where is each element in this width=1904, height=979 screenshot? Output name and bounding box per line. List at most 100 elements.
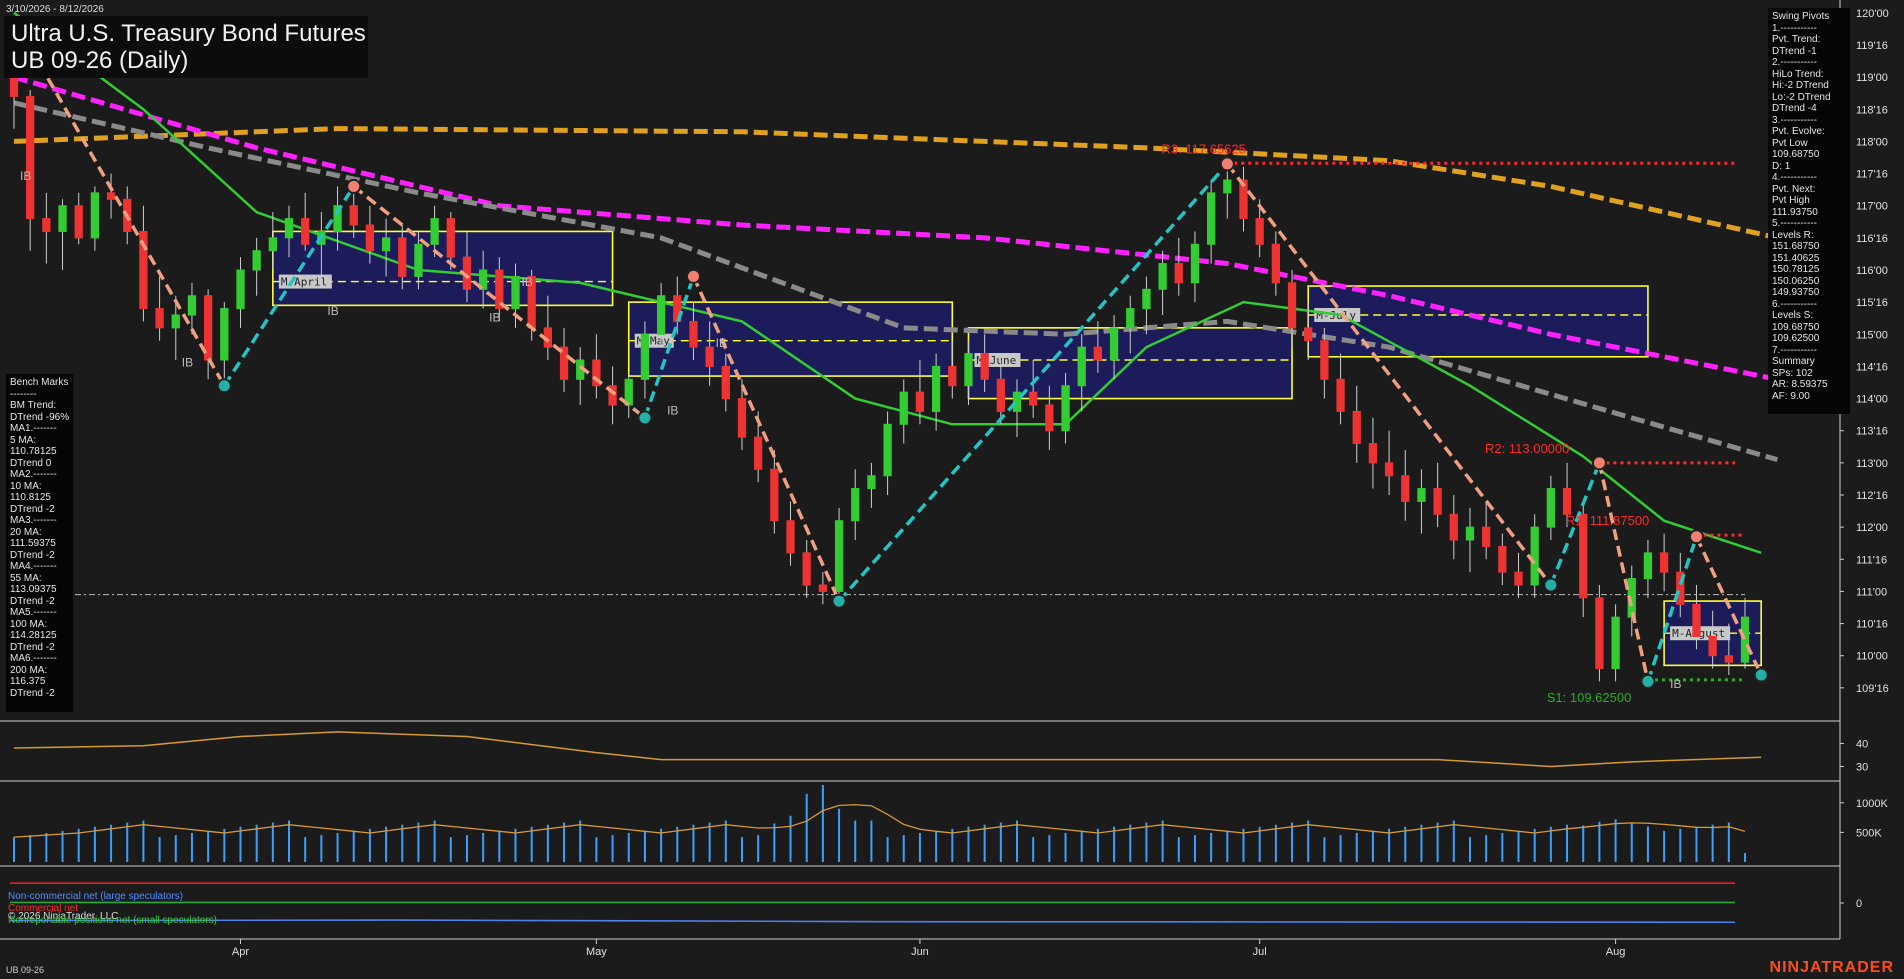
swing-pivot-marker: [685, 268, 701, 284]
candle-body: [1546, 488, 1556, 528]
candle-body: [106, 192, 116, 200]
candle-body: [398, 237, 407, 277]
bench-line: 111.59375: [10, 538, 56, 549]
candle-body: [867, 475, 876, 490]
bench-line: DTrend 0: [10, 457, 52, 469]
candle-body: [349, 205, 358, 226]
swing-pivot-marker: [1543, 577, 1559, 593]
candle-body: [414, 243, 423, 277]
candle-body: [220, 308, 229, 361]
pivots-line: AR: 8.59375: [1772, 379, 1828, 390]
bench-line: Bench Marks: [10, 377, 69, 388]
price-tick-label: 116'00: [1856, 265, 1888, 277]
pivots-line: Pvt. Trend:: [1772, 34, 1821, 45]
pivots-line: Lo:-2 DTrend: [1772, 91, 1831, 103]
swing-pivot-marker: [1688, 529, 1704, 545]
month-box-label: M-April: [281, 276, 327, 289]
candle-body: [1142, 288, 1151, 310]
price-tick-label: 116'16: [1856, 233, 1888, 245]
bench-line: DTrend -96%: [10, 411, 70, 423]
candle-body: [656, 295, 666, 335]
pivots-line: Hi:-2 DTrend: [1772, 80, 1829, 91]
chart-subtitle: UB 09-26 (Daily): [11, 47, 189, 74]
candle-body: [301, 218, 310, 245]
pivots-line: 6.-----------: [1772, 298, 1817, 310]
price-tick-label: 111'00: [1856, 586, 1887, 598]
candle-body: [1158, 263, 1167, 290]
ib-label: IB: [182, 355, 193, 369]
candle-body: [1449, 513, 1458, 541]
swing-pivot-marker: [216, 378, 232, 394]
candle-body: [754, 436, 763, 470]
candle-body: [1287, 282, 1297, 329]
price-tick-label: 110'16: [1856, 619, 1888, 631]
pivots-line: DTrend -4: [1772, 103, 1817, 114]
pivots-line: Summary: [1772, 356, 1815, 367]
candle-body: [1433, 488, 1442, 515]
candle-body: [1514, 571, 1523, 586]
price-tick-label: 118'00: [1856, 136, 1888, 148]
cot-tick-label: 0: [1856, 898, 1862, 910]
candle-body: [187, 295, 197, 316]
month-label: May: [586, 946, 607, 958]
candle-body: [268, 237, 277, 252]
bench-line: BM Trend:: [10, 400, 57, 411]
candle-body: [1595, 597, 1604, 670]
title-box: Ultra U.S. Treasury Bond Futures UB 09-2…: [4, 16, 368, 78]
price-tick-label: 119'16: [1856, 40, 1888, 52]
price-tick-label: 112'16: [1856, 490, 1888, 502]
bench-line: 110.8125: [10, 492, 51, 503]
candle-body: [74, 205, 83, 239]
candle-body: [770, 468, 779, 522]
candle-body: [42, 218, 51, 232]
bench-line: MA5.-------: [10, 607, 57, 618]
pivots-line: 150.78125: [1772, 264, 1820, 275]
candle-body: [786, 520, 795, 554]
pivots-line: Levels S:: [1772, 310, 1814, 321]
candle-body: [1368, 443, 1378, 464]
candle-body: [1498, 545, 1507, 573]
candle-body: [1109, 327, 1119, 361]
candle-body: [252, 250, 261, 271]
candle-body: [1271, 243, 1280, 284]
candle-body: [1320, 340, 1329, 380]
candle-body: [1384, 462, 1394, 477]
candle-body: [1643, 552, 1653, 580]
date-range: 3/10/2026 - 8/12/2026: [6, 4, 104, 15]
candle-body: [1724, 655, 1733, 663]
candle-body: [802, 552, 811, 586]
candle-body: [1401, 475, 1410, 502]
pivots-line: AF: 9.00: [1772, 390, 1810, 402]
price-tick-label: 115'16: [1856, 297, 1888, 309]
candle-body: [1352, 410, 1361, 445]
pivots-line: 5.-----------: [1772, 218, 1817, 229]
ib-label: IB: [327, 304, 338, 318]
candle-body: [236, 269, 245, 310]
candle-body: [26, 95, 35, 220]
chart-title: Ultra U.S. Treasury Bond Futures: [11, 20, 366, 47]
cot-legend-nonreportable: Nonreportable positions net (small specu…: [8, 915, 217, 926]
candle-body: [1530, 526, 1539, 586]
candle-body: [915, 391, 925, 412]
candle-body: [1190, 243, 1200, 284]
pivots-line: 4.-----------: [1772, 172, 1817, 183]
price-chart[interactable]: 120'00 119'16 119'00 118'16 118'00 117'16 117'…: [0, 0, 1904, 979]
swing-pivot-marker: [1219, 156, 1235, 172]
candle-body: [1740, 616, 1750, 663]
candle-body: [1611, 616, 1620, 670]
swing-line: [1597, 462, 1650, 682]
moving-average-line: [13, 126, 1778, 241]
swing-pivot-marker: [1591, 455, 1607, 471]
candle-body: [1045, 404, 1054, 432]
candle-body: [1336, 378, 1345, 412]
price-tick-label: 115'00: [1856, 329, 1888, 341]
pivots-line: 109.68750: [1772, 321, 1820, 333]
bench-line: DTrend -2: [10, 641, 55, 653]
candle-body: [640, 333, 650, 380]
bench-line: MA4.-------: [10, 561, 57, 572]
bench-line: --------: [10, 388, 37, 400]
pivots-line: Pvt Low: [1772, 137, 1808, 149]
candle-body: [1304, 327, 1313, 342]
price-tick-label: 117'16: [1856, 169, 1888, 181]
candle-body: [171, 314, 180, 329]
